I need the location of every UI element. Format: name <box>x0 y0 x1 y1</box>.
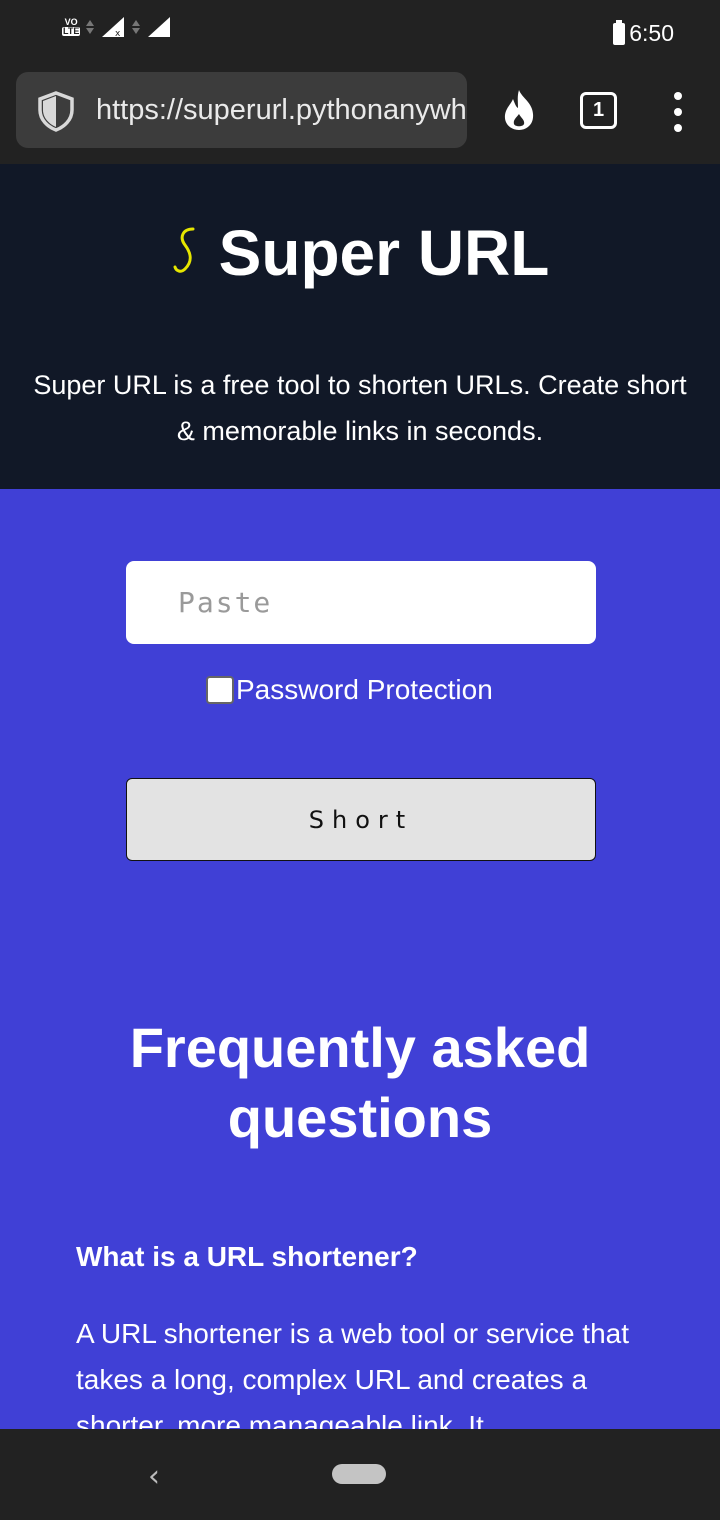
brand: Super URL <box>0 216 720 290</box>
shield-icon[interactable] <box>36 90 76 132</box>
signal-1-icon: x <box>102 17 125 38</box>
faq-heading: Frequently asked questions <box>129 1016 591 1149</box>
volte-bottom: LTE <box>62 26 81 36</box>
home-pill[interactable] <box>332 1464 386 1484</box>
browser-toolbar: https://superurl.pythonanywhere.com 1 <box>0 64 720 164</box>
status-bar: VO LTE x 6:50 <box>0 0 720 64</box>
system-nav-bar: ‹ <box>0 1429 720 1520</box>
main-section: Password Protection Short Frequently ask… <box>0 489 720 1441</box>
password-protection-checkbox[interactable] <box>206 676 234 704</box>
site-title: Super URL <box>218 217 550 289</box>
password-protection-row[interactable]: Password Protection <box>206 674 493 706</box>
address-bar[interactable]: https://superurl.pythonanywhere.com <box>16 72 467 148</box>
more-vert-icon[interactable] <box>672 92 684 132</box>
hero-section: Super URL Super URL is a free tool to sh… <box>0 164 720 489</box>
status-left: VO LTE x <box>62 16 172 38</box>
battery-icon <box>613 19 626 45</box>
short-button[interactable]: Short <box>126 778 596 861</box>
back-icon[interactable]: ‹ <box>148 1459 160 1494</box>
signal-2-icon <box>148 17 171 37</box>
faq-question: What is a URL shortener? <box>76 1241 418 1272</box>
status-right: 6:50 <box>613 19 674 47</box>
clock: 6:50 <box>629 20 674 46</box>
data-activity-icon <box>86 20 95 34</box>
data-activity-icon-2 <box>132 20 141 34</box>
password-protection-label[interactable]: Password Protection <box>236 674 493 706</box>
url-input[interactable] <box>126 561 596 644</box>
logo-icon <box>171 225 201 286</box>
tabs-icon[interactable]: 1 <box>580 92 617 129</box>
tagline: Super URL is a free tool to shorten URLs… <box>33 370 687 446</box>
volte-badge: VO LTE <box>62 18 81 36</box>
fire-icon[interactable] <box>500 88 538 132</box>
svg-text:x: x <box>115 29 121 38</box>
url-text[interactable]: https://superurl.pythonanywhere.com <box>96 94 467 127</box>
